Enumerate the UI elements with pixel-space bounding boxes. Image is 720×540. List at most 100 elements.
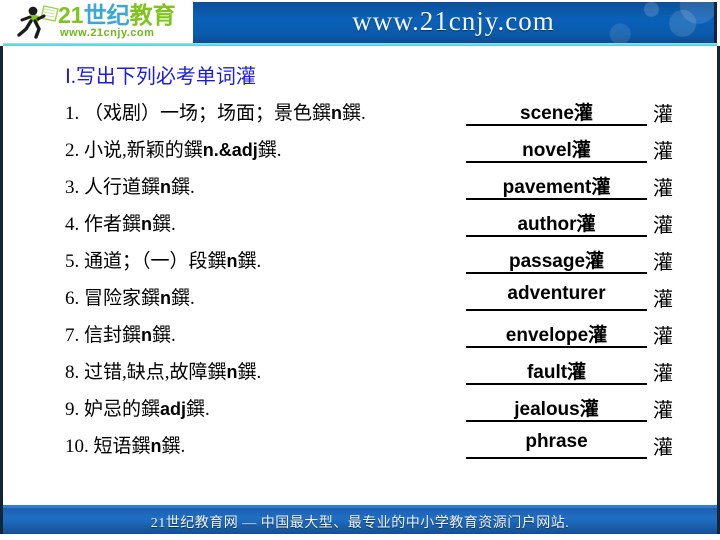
answer-trailing-glyph: 灌	[571, 140, 591, 161]
answer-word-text: envelope	[505, 325, 589, 346]
vocabulary-row: 3. 人行道鐉n鐉. pavement灌灌	[3, 170, 717, 206]
answer-blank[interactable]: passage灌	[466, 244, 647, 274]
question-text: 6. 冒险家鐉n鐉.	[65, 283, 195, 310]
slide-root: www.21cnjy.com 21世纪教育 www.21cnjy.com Ⅰ.写…	[0, 0, 720, 540]
answer-word: fault灌	[466, 357, 647, 384]
part-of-speech: n	[331, 103, 343, 123]
question-tail: 鐉.	[342, 103, 366, 124]
question-chinese: 小说,新颖的鐉	[84, 140, 203, 161]
page-title: Ⅰ.写出下列必考单词灌	[65, 66, 256, 88]
vocabulary-row: 7. 信封鐉n鐉. envelope灌灌	[3, 318, 717, 354]
question-number: 6.	[65, 288, 80, 309]
question-chinese: （戏剧）一场；场面；景色鐉	[84, 103, 332, 124]
answer-trailing-glyph: 灌	[579, 399, 599, 420]
row-trailing-glyph: 灌	[653, 326, 673, 348]
answer-blank[interactable]: scene灌	[466, 96, 647, 126]
question-chinese: 作者鐉	[84, 214, 142, 235]
answer-blank[interactable]: jealous灌	[466, 392, 647, 422]
row-trailing-glyph: 灌	[653, 363, 673, 385]
answer-blank[interactable]: author灌	[466, 207, 647, 237]
vocabulary-row: 1. （戏剧）一场；场面；景色鐉n鐉. scene灌灌	[3, 96, 717, 132]
answer-word: adventurer	[466, 283, 647, 305]
question-chinese: 通道；（一）段鐉	[84, 251, 227, 272]
answer-word-text: adventurer	[507, 283, 606, 304]
vocabulary-row: 5. 通道；（一）段鐉n鐉. passage灌灌	[3, 244, 717, 280]
answer-blank[interactable]: phrase	[466, 429, 647, 459]
vocabulary-row: 4. 作者鐉n鐉. author灌灌	[3, 207, 717, 243]
slide-body: Ⅰ.写出下列必考单词灌 1. （戏剧）一场；场面；景色鐉n鐉. scene灌灌 2.…	[3, 48, 717, 505]
question-tail: 鐉.	[186, 399, 210, 420]
question-number: 7.	[65, 325, 80, 346]
logo-text-edu: 教育	[129, 2, 176, 28]
part-of-speech: n	[141, 325, 153, 345]
question-number: 9.	[65, 399, 80, 420]
running-person-with-book-icon	[17, 5, 59, 39]
part-of-speech: n	[160, 288, 172, 308]
question-text: 3. 人行道鐉n鐉.	[65, 172, 195, 199]
question-number: 5.	[65, 251, 80, 272]
question-text: 9. 妒忌的鐉adj鐉.	[65, 394, 210, 421]
answer-blank[interactable]: fault灌	[466, 355, 647, 385]
answer-trailing-glyph: 灌	[585, 251, 605, 272]
question-number: 3.	[65, 177, 80, 198]
question-tail: 鐉.	[152, 325, 176, 346]
answer-blank[interactable]: novel灌	[466, 133, 647, 163]
question-text: 10. 短语鐉n鐉.	[65, 431, 185, 458]
slide-header: www.21cnjy.com 21世纪教育 www.21cnjy.com	[0, 0, 720, 46]
question-tail: 鐉.	[257, 140, 282, 161]
question-tail: 鐉.	[152, 214, 176, 235]
logo-wordmark: 21世纪教育	[58, 3, 176, 28]
logo-text-21: 21	[58, 2, 84, 28]
question-text: 1. （戏剧）一场；场面；景色鐉n鐉.	[65, 98, 366, 125]
part-of-speech: adj	[160, 399, 187, 419]
answer-blank[interactable]: envelope灌	[466, 318, 647, 348]
row-trailing-glyph: 灌	[653, 215, 673, 237]
answer-trailing-glyph: 灌	[573, 103, 593, 124]
question-chinese: 过错,缺点,故障鐉	[84, 362, 227, 383]
answer-word: author灌	[466, 209, 647, 236]
question-number: 10.	[65, 436, 89, 457]
banner-url-text: www.21cnjy.com	[352, 6, 555, 36]
question-number: 2.	[65, 140, 80, 161]
question-chinese: 信封鐉	[84, 325, 142, 346]
answer-word-text: pavement	[502, 177, 592, 198]
answer-word-text: phrase	[525, 431, 588, 452]
question-number: 8.	[65, 362, 80, 383]
logo-text-cn: 世纪	[83, 2, 130, 28]
answer-word-text: novel	[522, 140, 572, 161]
question-chinese: 人行道鐉	[84, 177, 161, 198]
vocabulary-row: 8. 过错,缺点,故障鐉n鐉. fault灌灌	[3, 355, 717, 391]
answer-trailing-glyph: 灌	[576, 214, 596, 235]
answer-word: envelope灌	[466, 320, 647, 347]
answer-word: jealous灌	[466, 394, 647, 421]
footer-bottom-margin	[0, 534, 720, 540]
website-banner: www.21cnjy.com	[193, 2, 717, 43]
question-number: 4.	[65, 214, 80, 235]
answer-blank[interactable]: adventurer	[466, 281, 647, 311]
site-logo[interactable]: 21世纪教育 www.21cnjy.com	[6, 2, 196, 42]
vocabulary-row: 6. 冒险家鐉n鐉. adventurer 灌	[3, 281, 717, 317]
part-of-speech: n.&adj	[202, 140, 258, 160]
answer-blank[interactable]: pavement灌	[466, 170, 647, 200]
question-tail: 鐉.	[161, 436, 186, 457]
answer-word: scene灌	[466, 98, 647, 125]
answer-word: phrase	[466, 431, 647, 453]
slide-footer: 21世纪教育网 — 中国最大型、最专业的中小学教育资源门户网站.	[3, 508, 717, 534]
question-text: 4. 作者鐉n鐉.	[65, 209, 176, 236]
question-tail: 鐉.	[237, 251, 262, 272]
part-of-speech: n	[226, 251, 238, 271]
part-of-speech: n	[150, 436, 162, 456]
vocabulary-row: 9. 妒忌的鐉adj鐉. jealous灌灌	[3, 392, 717, 428]
question-tail: 鐉.	[237, 362, 262, 383]
answer-trailing-glyph: 灌	[591, 177, 611, 198]
answer-trailing-glyph: 灌	[588, 325, 608, 346]
question-text: 2. 小说,新颖的鐉n.&adj鐉.	[65, 135, 282, 162]
row-trailing-glyph: 灌	[653, 178, 673, 200]
vocabulary-row: 2. 小说,新颖的鐉n.&adj鐉. novel灌灌	[3, 133, 717, 169]
part-of-speech: n	[160, 177, 172, 197]
row-trailing-glyph: 灌	[653, 141, 673, 163]
row-trailing-glyph: 灌	[653, 252, 673, 274]
question-tail: 鐉.	[171, 288, 195, 309]
question-chinese: 短语鐉	[93, 436, 151, 457]
answer-word-text: fault	[526, 362, 568, 383]
